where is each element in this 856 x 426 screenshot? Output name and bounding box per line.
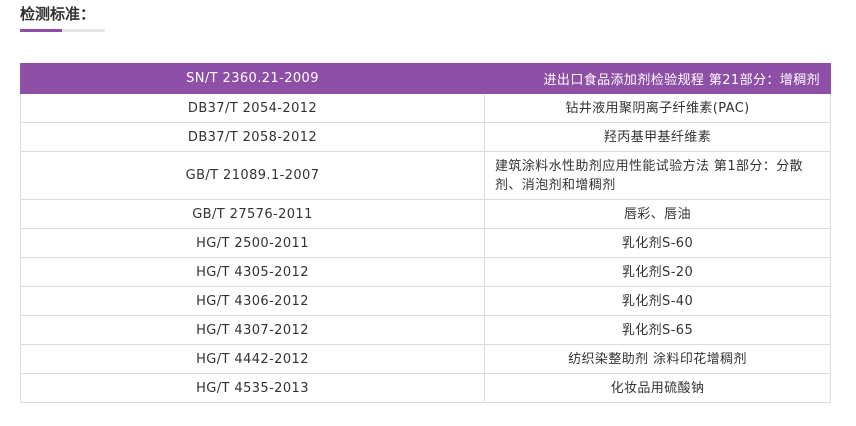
standard-code: HG/T 4306-2012 (20, 286, 485, 316)
standard-name: 乳化剂S-40 (484, 286, 831, 316)
table-row: HG/T 4535-2013 化妆品用硫酸钠 (20, 373, 831, 403)
table-row: DB37/T 2054-2012 钻井液用聚阴离子纤维素(PAC) (20, 93, 831, 123)
table-row: GB/T 27576-2011 唇彩、唇油 (20, 199, 831, 229)
standard-code: GB/T 27576-2011 (20, 199, 485, 229)
standard-name: 羟丙基甲基纤维素 (484, 122, 831, 152)
table-row: HG/T 4442-2012 纺织染整助剂 涂料印花增稠剂 (20, 344, 831, 374)
header-standard-code: SN/T 2360.21-2009 (20, 63, 485, 94)
standard-name: 化妆品用硫酸钠 (484, 373, 831, 403)
title-underline-accent (20, 29, 62, 32)
table-row: HG/T 2500-2011 乳化剂S-60 (20, 228, 831, 258)
standard-code: HG/T 4307-2012 (20, 315, 485, 345)
standard-code: HG/T 2500-2011 (20, 228, 485, 258)
standard-name: 乳化剂S-20 (484, 257, 831, 287)
section-title: 检测标准： (20, 5, 96, 23)
standard-name: 钻井液用聚阴离子纤维素(PAC) (484, 93, 831, 123)
standard-name: 纺织染整助剂 涂料印花增稠剂 (484, 344, 831, 374)
header-standard-name: 进出口食品添加剂检验规程 第21部分：增稠剂 (484, 63, 831, 94)
standard-code: GB/T 21089.1-2007 (20, 151, 485, 200)
standard-name: 乳化剂S-65 (484, 315, 831, 345)
standard-code: HG/T 4535-2013 (20, 373, 485, 403)
standard-name: 建筑涂料水性助剂应用性能试验方法 第1部分：分散剂、消泡剂和增稠剂 (484, 151, 831, 200)
standards-table: SN/T 2360.21-2009 进出口食品添加剂检验规程 第21部分：增稠剂… (20, 63, 831, 403)
standard-code: HG/T 4442-2012 (20, 344, 485, 374)
table-header-row: SN/T 2360.21-2009 进出口食品添加剂检验规程 第21部分：增稠剂 (20, 63, 831, 94)
title-underline (20, 29, 105, 32)
standard-code: HG/T 4305-2012 (20, 257, 485, 287)
table-row: DB37/T 2058-2012 羟丙基甲基纤维素 (20, 122, 831, 152)
standard-name: 唇彩、唇油 (484, 199, 831, 229)
table-row: HG/T 4305-2012 乳化剂S-20 (20, 257, 831, 287)
standard-code: DB37/T 2054-2012 (20, 93, 485, 123)
table-row: HG/T 4307-2012 乳化剂S-65 (20, 315, 831, 345)
table-row: GB/T 21089.1-2007 建筑涂料水性助剂应用性能试验方法 第1部分：… (20, 151, 831, 200)
table-row: HG/T 4306-2012 乳化剂S-40 (20, 286, 831, 316)
standard-code: DB37/T 2058-2012 (20, 122, 485, 152)
standard-name: 乳化剂S-60 (484, 228, 831, 258)
